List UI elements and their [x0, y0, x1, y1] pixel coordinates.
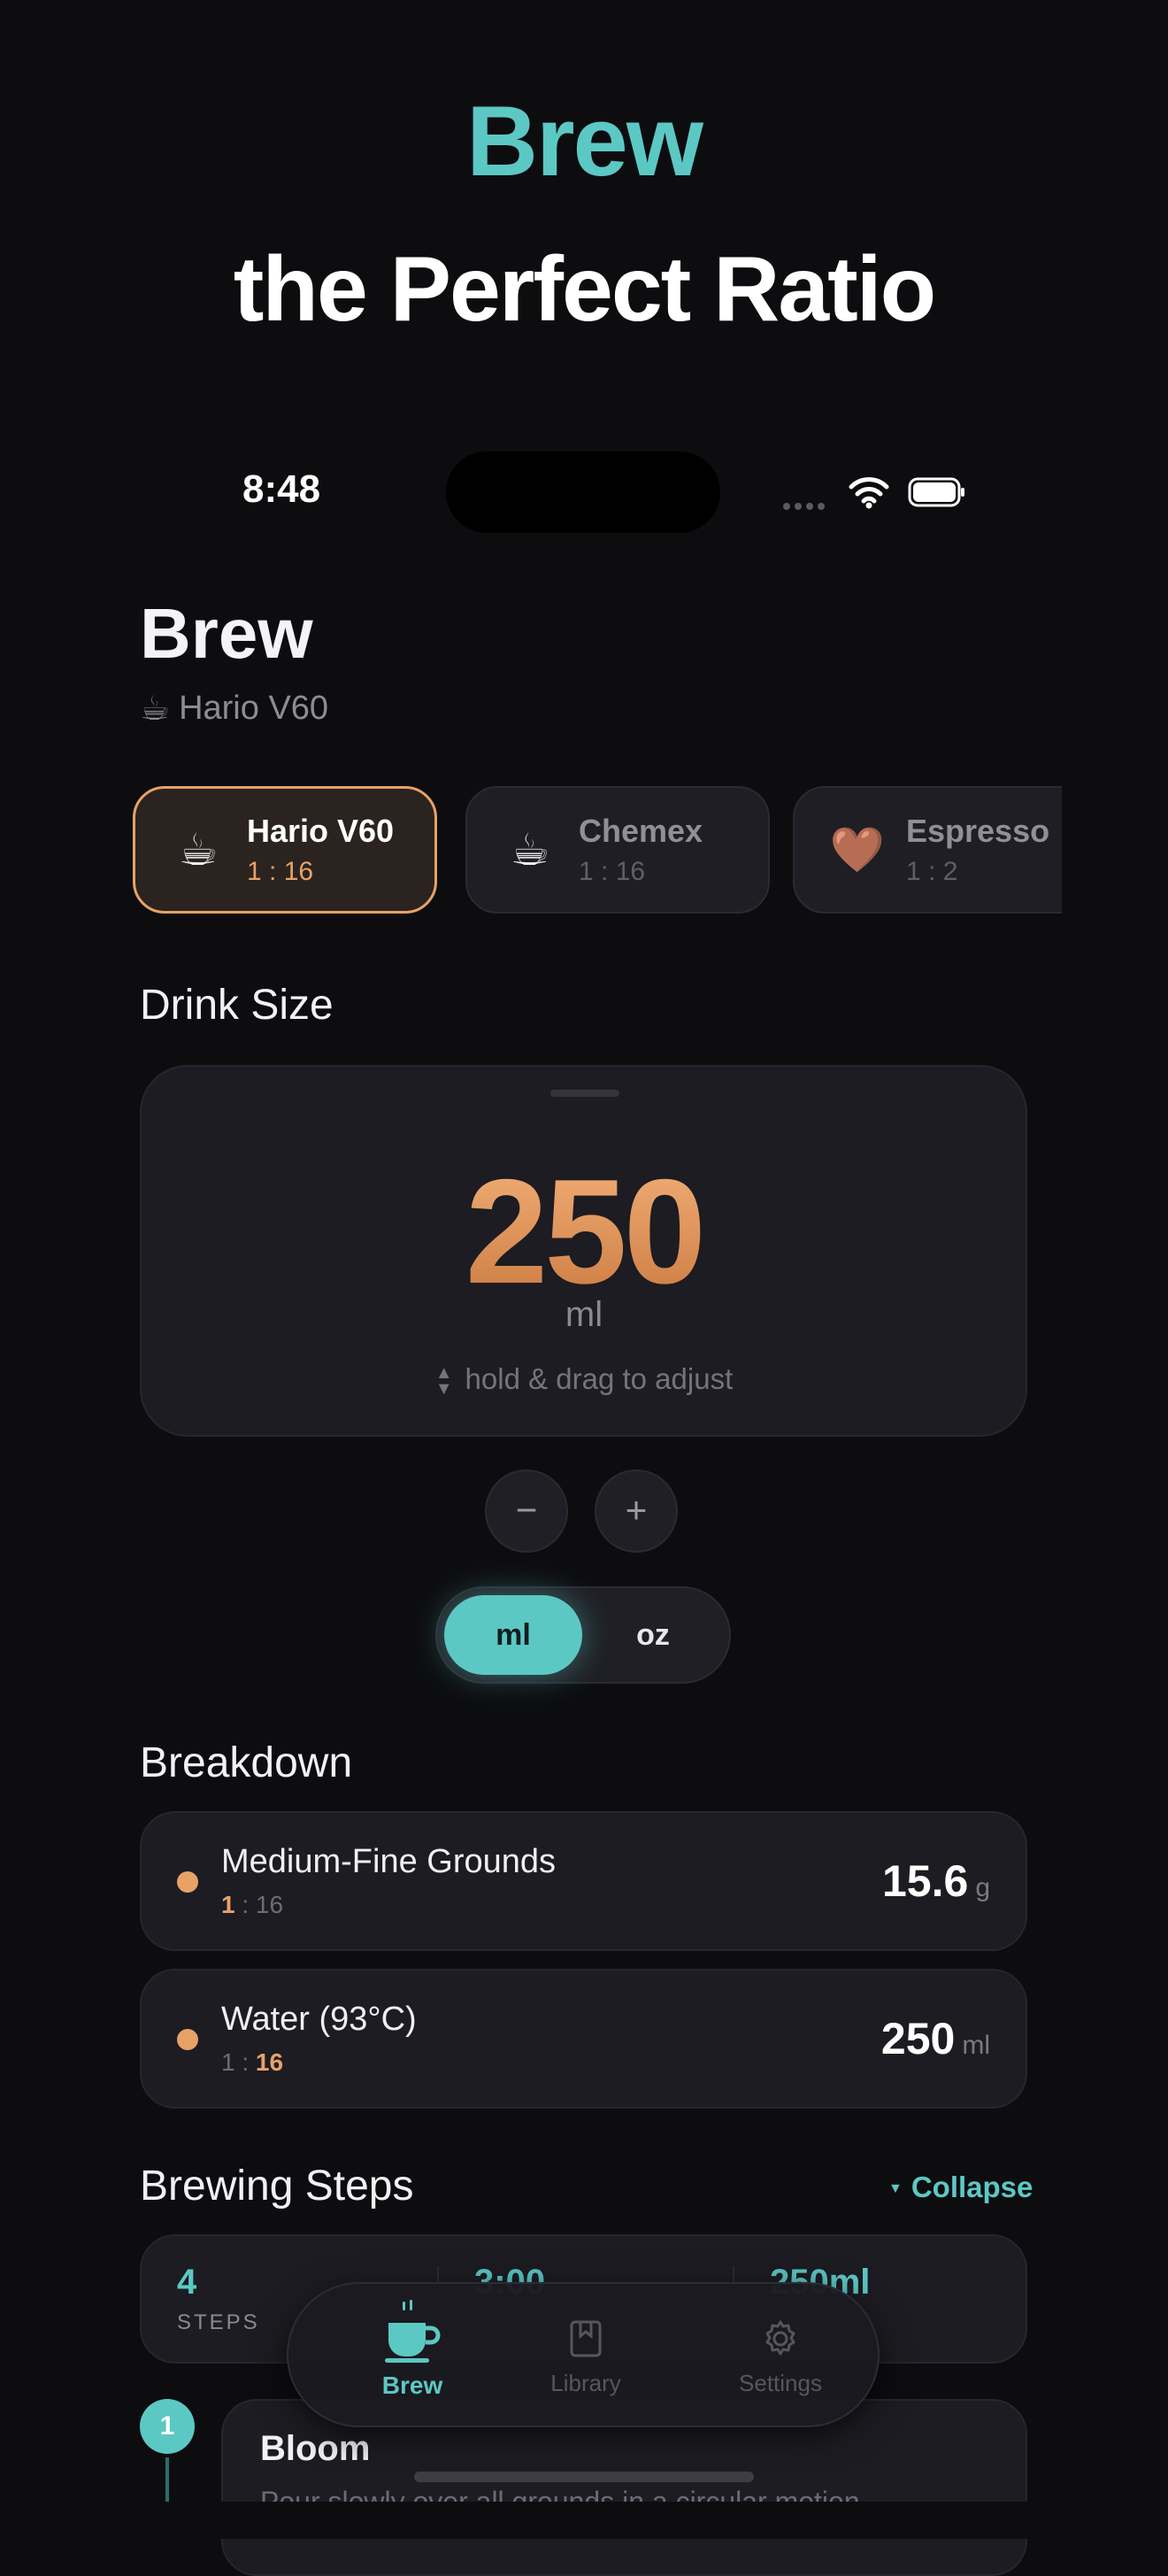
status-dot	[177, 2029, 198, 2050]
status-dot	[177, 1871, 198, 1893]
steps-count: 4	[177, 2263, 197, 2302]
signal-icon	[783, 498, 829, 514]
method-ratio: 1 : 16	[579, 857, 646, 886]
collapse-button[interactable]: ▼ Collapse	[888, 2171, 1033, 2204]
method-ratio: 1 : 2	[906, 857, 958, 886]
hero-title: Brew	[466, 86, 703, 197]
steps-count-label: STEPS	[177, 2310, 260, 2334]
book-icon	[570, 2320, 602, 2357]
bottom-edge	[0, 2502, 1168, 2539]
breakdown-ratio: 1 : 16	[221, 1891, 284, 1918]
step-title: Bloom	[260, 2429, 371, 2468]
step-number: 1	[140, 2399, 195, 2454]
method-name: Hario V60	[247, 813, 395, 849]
tab-brew[interactable]: Brew	[324, 2284, 501, 2429]
page-title: Brew	[140, 594, 313, 673]
method-chip-hario-v60[interactable]: ☕ Hario V60 1 : 16	[133, 786, 437, 914]
tab-bar: Brew Library Settings	[287, 2282, 880, 2427]
unit-option-oz[interactable]: oz	[584, 1595, 722, 1675]
breakdown-row-grounds: Medium-Fine Grounds 1 : 16 15.6 g	[140, 1811, 1027, 1951]
drink-size-dial[interactable]: 250 ml ▲ ▼ hold & drag to adjust	[140, 1065, 1027, 1437]
drag-grip	[550, 1090, 619, 1097]
step-connector	[165, 2457, 169, 2502]
coffee-cup-icon: ☕	[140, 690, 171, 728]
cup-icon	[385, 2300, 441, 2363]
wifi-icon	[849, 477, 889, 509]
method-chip-espresso[interactable]: 🤎 Espresso 1 : 2	[793, 786, 1062, 914]
breakdown-row-water: Water (93°C) 1 : 16 250 ml	[140, 1969, 1027, 2109]
method-selector: ☕ Hario V60 1 : 16 ☕ Chemex 1 : 16 🤎 Esp…	[133, 784, 1062, 921]
breakdown-label: Water (93°C)	[221, 2001, 417, 2038]
breakdown-value: 250 ml	[880, 2014, 990, 2063]
brewing-steps-heading: Brewing Steps	[140, 2163, 414, 2210]
unit-toggle: ml oz	[435, 1586, 731, 1684]
battery-icon	[908, 477, 964, 507]
breakdown-label: Medium-Fine Grounds	[221, 1843, 557, 1880]
unit-option-ml[interactable]: ml	[444, 1595, 582, 1675]
breakdown-value: 15.6 g	[881, 1856, 990, 1906]
tab-label: Settings	[739, 2370, 822, 2396]
drink-size-heading: Drink Size	[140, 982, 334, 1029]
decrease-button[interactable]: −	[485, 1469, 568, 1553]
dynamic-island	[446, 451, 720, 533]
drink-size-value: 250	[142, 1146, 1026, 1317]
current-method-label: Hario V60	[179, 690, 329, 727]
coffee-cup-icon: ☕	[510, 825, 550, 875]
drag-hint-text: hold & drag to adjust	[465, 1362, 734, 1395]
tab-settings[interactable]: Settings	[692, 2284, 869, 2429]
gear-icon	[765, 2320, 795, 2356]
method-chip-chemex[interactable]: ☕ Chemex 1 : 16	[465, 786, 770, 914]
tab-label: Brew	[381, 2372, 443, 2399]
up-down-arrows-icon: ▲ ▼	[434, 1363, 453, 1400]
tab-library[interactable]: Library	[497, 2284, 674, 2429]
breakdown-heading: Breakdown	[140, 1739, 353, 1786]
hero-subtitle: the Perfect Ratio	[233, 238, 936, 341]
caret-down-icon: ▼	[888, 2181, 903, 2197]
home-indicator	[414, 2472, 754, 2482]
drag-hint: ▲ ▼ hold & drag to adjust	[142, 1362, 1026, 1400]
coffee-cup-icon: ☕	[178, 825, 219, 875]
brown-heart-icon: 🤎	[829, 824, 886, 875]
breakdown-ratio: 1 : 16	[221, 2048, 284, 2076]
method-ratio: 1 : 16	[247, 857, 314, 886]
drink-size-unit: ml	[565, 1295, 603, 1334]
current-method: ☕ Hario V60	[140, 689, 328, 729]
method-name: Espresso	[906, 813, 1050, 849]
increase-button[interactable]: +	[595, 1469, 678, 1553]
method-name: Chemex	[579, 813, 703, 849]
tab-label: Library	[550, 2370, 621, 2396]
status-time: 8:48	[242, 467, 321, 511]
